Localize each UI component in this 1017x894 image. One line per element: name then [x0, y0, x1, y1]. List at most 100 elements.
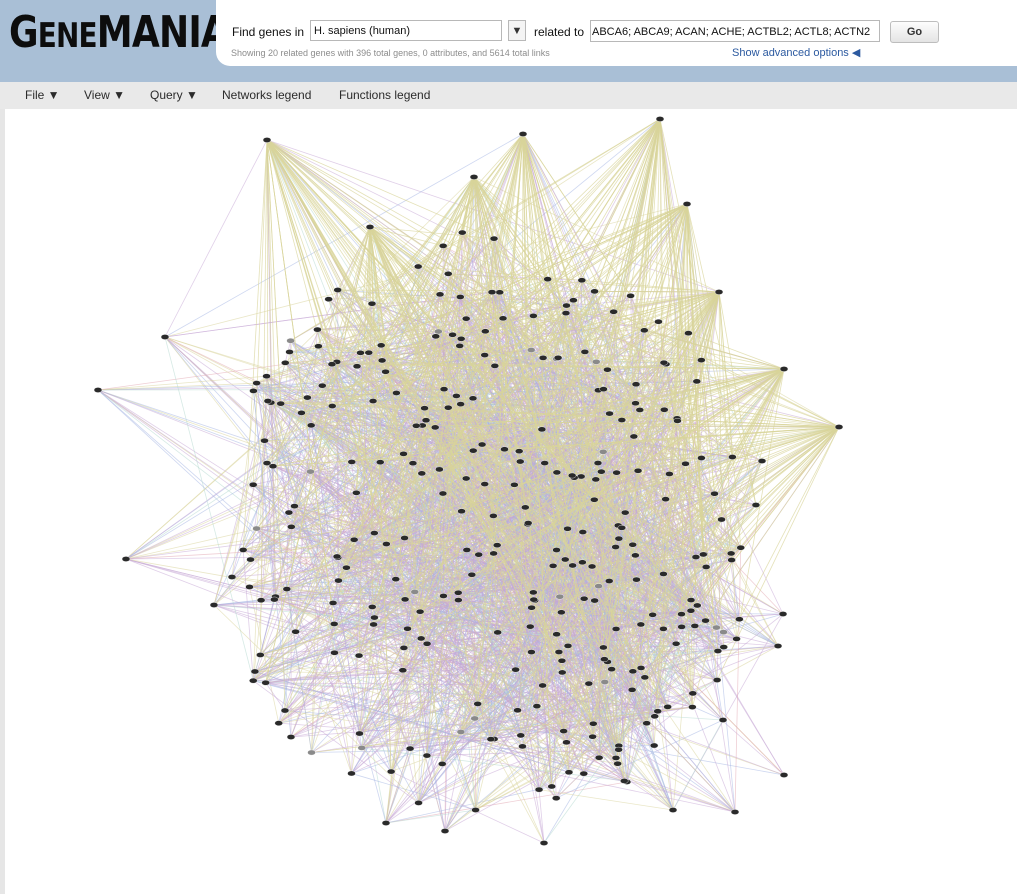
gene-node[interactable] — [636, 665, 646, 671]
gene-node[interactable] — [524, 520, 533, 526]
genemania-logo[interactable]: GENEMANIA — [9, 11, 229, 55]
gene-node[interactable] — [671, 640, 681, 647]
gene-node[interactable] — [470, 715, 479, 722]
gene-node[interactable] — [590, 597, 599, 604]
gene-node[interactable] — [599, 386, 608, 392]
gene-node[interactable] — [648, 611, 657, 618]
gene-node[interactable] — [270, 596, 279, 603]
menu-file[interactable]: File ▼ — [25, 88, 60, 102]
gene-node[interactable] — [249, 677, 258, 684]
gene-node[interactable] — [417, 470, 427, 477]
gene-node[interactable] — [600, 656, 609, 662]
gene-node[interactable] — [454, 597, 463, 603]
gene-node[interactable] — [444, 271, 453, 277]
gene-node[interactable] — [461, 475, 471, 482]
gene-node[interactable] — [552, 547, 561, 553]
gene-node[interactable] — [438, 243, 448, 249]
gene-node[interactable] — [532, 703, 542, 709]
gene-node[interactable] — [347, 459, 356, 465]
gene-node[interactable] — [691, 554, 701, 560]
gene-node[interactable] — [563, 525, 572, 532]
gene-node[interactable] — [297, 410, 306, 416]
gene-node[interactable] — [568, 562, 577, 569]
gene-node[interactable] — [493, 629, 502, 636]
gene-node[interactable] — [526, 623, 535, 630]
gene-node[interactable] — [438, 761, 447, 767]
gene-node[interactable] — [692, 378, 701, 385]
gene-node[interactable] — [513, 707, 522, 714]
gene-node[interactable] — [697, 455, 706, 461]
gene-node[interactable] — [454, 589, 463, 596]
gene-node[interactable] — [303, 394, 312, 401]
gene-node[interactable] — [626, 293, 635, 299]
gene-node[interactable] — [403, 625, 412, 632]
gene-node[interactable] — [593, 460, 603, 466]
gene-node[interactable] — [511, 666, 520, 673]
gene-node[interactable] — [369, 621, 378, 628]
gene-node[interactable] — [688, 690, 697, 697]
gene-node[interactable] — [448, 331, 457, 338]
gene-node[interactable] — [712, 624, 721, 631]
organism-dropdown-icon[interactable]: ▼ — [508, 20, 526, 41]
gene-node[interactable] — [332, 553, 342, 560]
gene-node[interactable] — [121, 556, 131, 562]
gene-node[interactable] — [605, 578, 614, 584]
gene-node[interactable] — [329, 621, 339, 627]
gene-node[interactable] — [490, 363, 500, 369]
gene-node[interactable] — [659, 359, 669, 366]
gene-node[interactable] — [408, 460, 418, 467]
gene-node[interactable] — [256, 597, 266, 604]
gene-node[interactable] — [580, 349, 590, 355]
gene-node[interactable] — [381, 368, 390, 375]
gene-node[interactable] — [400, 596, 410, 603]
gene-node[interactable] — [291, 628, 300, 635]
gene-node[interactable] — [285, 349, 294, 355]
gene-node[interactable] — [318, 382, 327, 389]
gene-node[interactable] — [617, 417, 627, 423]
gene-node[interactable] — [538, 355, 548, 361]
gene-node[interactable] — [527, 604, 536, 611]
gene-node[interactable] — [621, 509, 630, 516]
gene-node[interactable] — [629, 433, 639, 440]
gene-node[interactable] — [477, 441, 487, 448]
gene-node[interactable] — [286, 734, 296, 740]
gene-node[interactable] — [435, 291, 445, 298]
gene-node[interactable] — [557, 609, 566, 616]
gene-node[interactable] — [636, 621, 646, 628]
gene-node[interactable] — [514, 448, 524, 454]
gene-node[interactable] — [653, 708, 662, 715]
go-button[interactable]: Go — [890, 21, 939, 43]
gene-node[interactable] — [356, 350, 365, 356]
gene-node[interactable] — [564, 769, 574, 776]
gene-node[interactable] — [682, 201, 692, 207]
gene-node[interactable] — [614, 746, 623, 753]
gene-node[interactable] — [352, 490, 361, 496]
gene-node[interactable] — [370, 614, 379, 621]
gene-node[interactable] — [578, 559, 587, 566]
gene-node[interactable] — [471, 807, 480, 813]
gene-node[interactable] — [543, 276, 552, 282]
gene-node[interactable] — [540, 460, 549, 466]
gene-node[interactable] — [552, 795, 561, 801]
gene-node[interactable] — [334, 577, 343, 584]
gene-node[interactable] — [590, 496, 599, 503]
gene-node[interactable] — [554, 649, 564, 655]
gene-node[interactable] — [558, 669, 567, 676]
gene-node[interactable] — [681, 460, 690, 467]
gene-node[interactable] — [614, 535, 624, 542]
gene-node[interactable] — [382, 541, 391, 547]
gene-node[interactable] — [274, 720, 283, 726]
gene-node[interactable] — [730, 809, 740, 815]
gene-node[interactable] — [628, 541, 637, 548]
gene-node[interactable] — [489, 550, 498, 557]
gene-node[interactable] — [306, 468, 315, 475]
gene-node[interactable] — [567, 472, 577, 479]
gene-node[interactable] — [462, 547, 472, 553]
gene-node[interactable] — [552, 631, 561, 638]
gene-node[interactable] — [262, 373, 271, 379]
gene-node[interactable] — [561, 556, 570, 563]
network-canvas[interactable] — [5, 109, 1017, 894]
gene-node[interactable] — [399, 451, 408, 457]
gene-node[interactable] — [611, 544, 620, 550]
gene-node[interactable] — [456, 401, 465, 407]
